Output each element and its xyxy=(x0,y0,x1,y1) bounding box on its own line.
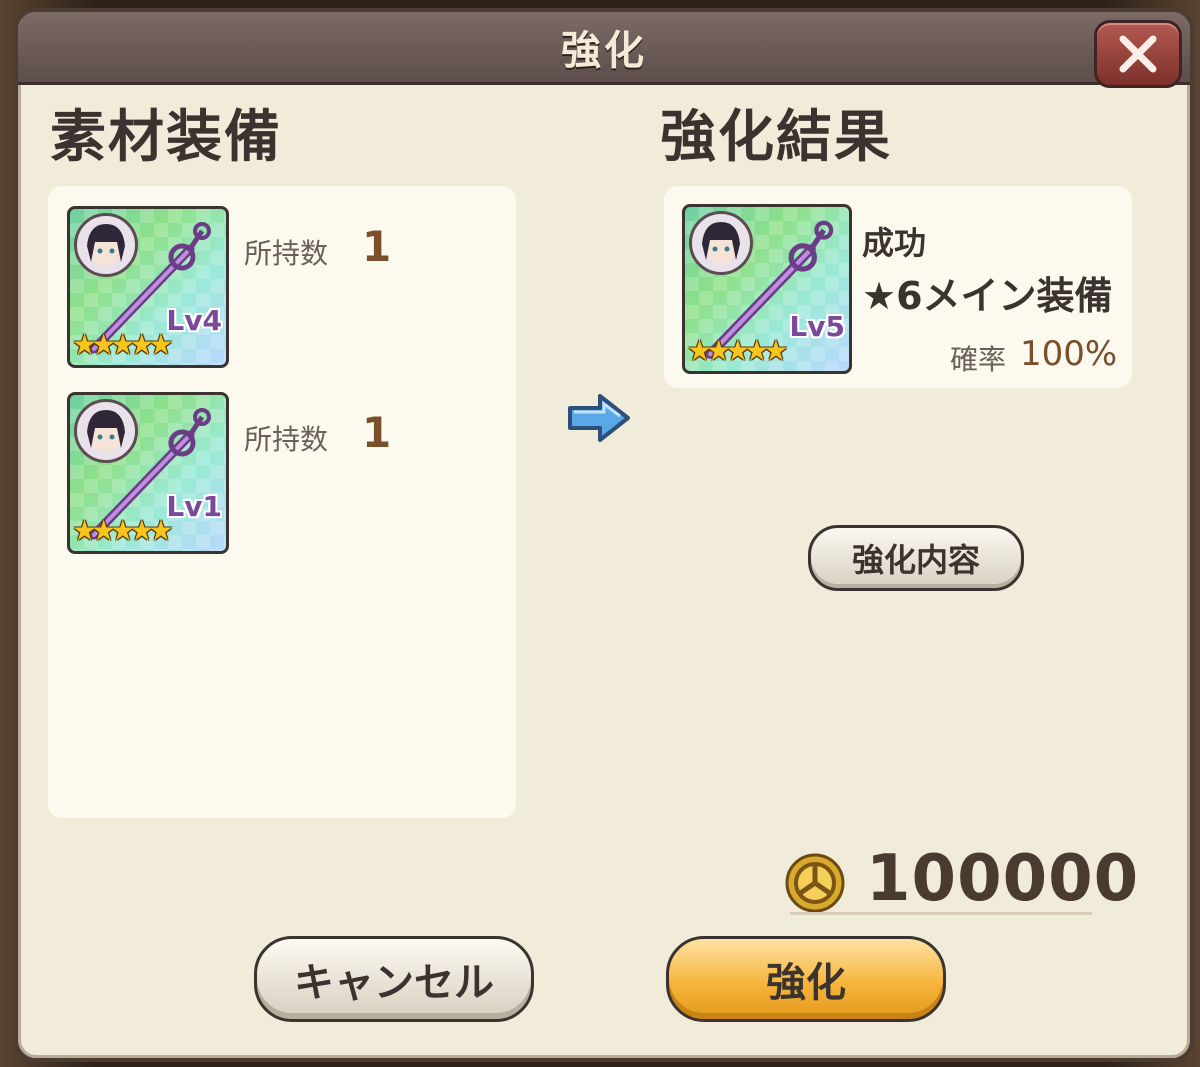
success-rate-value: 100% xyxy=(1020,334,1118,374)
item-level: Lv5 xyxy=(789,310,845,343)
arrow-right-icon xyxy=(568,394,630,442)
dialog-title: 強化 xyxy=(561,28,647,74)
cancel-button[interactable]: キャンセル xyxy=(254,936,534,1022)
material-item-1[interactable]: Lv4 ★★★★★ xyxy=(67,206,229,368)
cost-underline xyxy=(790,912,1092,915)
owned-count-label: 所持数 xyxy=(244,423,329,456)
enhance-details-button[interactable]: 強化内容 xyxy=(808,525,1024,591)
result-heading: 強化結果 xyxy=(660,105,892,170)
owned-count-value: 1 xyxy=(362,222,392,271)
character-avatar xyxy=(74,213,138,277)
close-button[interactable] xyxy=(1094,20,1182,88)
result-status: 成功 xyxy=(862,224,927,262)
star-rating: ★★★★★ xyxy=(72,514,173,547)
result-item-name: ★6メイン装備 xyxy=(862,274,1113,318)
enhance-button[interactable]: 強化 xyxy=(666,936,946,1022)
material-item-2[interactable]: Lv1 ★★★★★ xyxy=(67,392,229,554)
dialog-title-bar: 強化 xyxy=(18,12,1190,85)
owned-count-value: 1 xyxy=(362,408,392,457)
character-avatar xyxy=(689,211,753,275)
materials-heading: 素材装備 xyxy=(50,105,282,170)
star-rating: ★★★★★ xyxy=(687,334,788,367)
coin-icon xyxy=(785,853,845,913)
item-level: Lv4 xyxy=(166,304,222,337)
result-item[interactable]: Lv5 ★★★★★ xyxy=(682,204,852,374)
enhance-cost: 100000 xyxy=(866,842,1140,916)
success-rate-label: 確率 xyxy=(950,343,1007,376)
star-rating: ★★★★★ xyxy=(72,328,173,361)
item-level: Lv1 xyxy=(166,490,222,523)
character-avatar xyxy=(74,399,138,463)
owned-count-label: 所持数 xyxy=(244,237,329,270)
close-icon xyxy=(1119,35,1157,73)
